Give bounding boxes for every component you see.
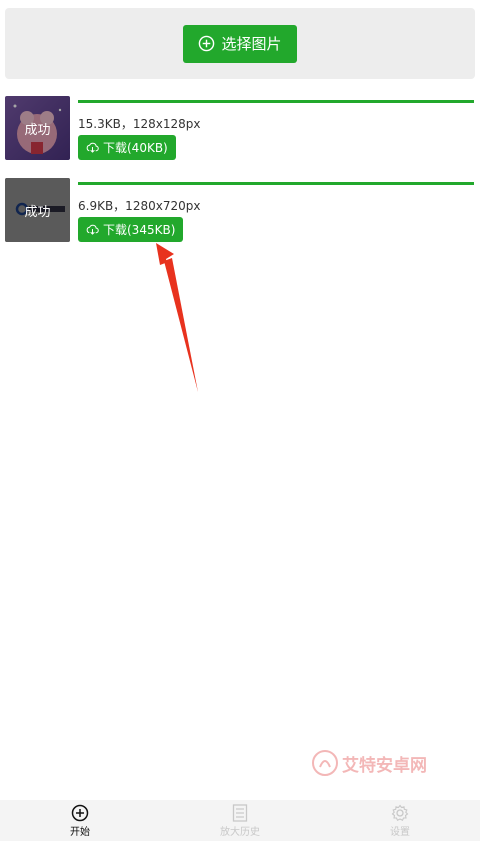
tab-history[interactable]: 放大历史 xyxy=(160,800,320,841)
progress-bar xyxy=(78,100,474,103)
tab-label: 设置 xyxy=(390,826,410,838)
plus-circle-icon xyxy=(71,804,89,821)
thumbnail[interactable]: 成功 xyxy=(5,96,70,160)
progress-bar xyxy=(78,182,474,185)
watermark-text: 艾特安卓网 xyxy=(342,755,427,775)
tab-start[interactable]: 开始 xyxy=(0,800,160,841)
watermark-logo-icon xyxy=(312,750,338,776)
gear-icon xyxy=(391,804,409,821)
select-image-label: 选择图片 xyxy=(221,36,282,53)
document-icon xyxy=(232,803,248,822)
file-info: 15.3KB，128x128px xyxy=(78,117,201,131)
cloud-download-icon xyxy=(86,142,99,153)
download-label: 下载(40KB) xyxy=(103,141,168,155)
watermark: 艾特安卓网 xyxy=(312,750,427,776)
download-label: 下载(345KB) xyxy=(103,223,176,237)
image-item: 成功 6.9KB，1280x720px 下载(345KB) xyxy=(0,178,480,248)
file-info: 6.9KB，1280x720px xyxy=(78,199,201,213)
tab-label: 放大历史 xyxy=(220,826,260,838)
bottom-tab-bar: 开始 放大历史 设置 xyxy=(0,800,480,841)
plus-circle-icon xyxy=(199,35,215,52)
select-image-button[interactable]: 选择图片 xyxy=(183,24,297,63)
tab-settings[interactable]: 设置 xyxy=(320,800,480,841)
thumbnail[interactable]: 成功 xyxy=(5,178,70,242)
download-button[interactable]: 下载(345KB) xyxy=(78,217,184,242)
image-item: 成功 15.3KB，128x128px 下载(40KB) xyxy=(0,96,480,166)
status-badge: 成功 xyxy=(5,96,70,160)
download-button[interactable]: 下载(40KB) xyxy=(78,135,176,160)
tab-label: 开始 xyxy=(70,826,90,838)
status-badge: 成功 xyxy=(5,178,70,242)
cloud-download-icon xyxy=(86,224,99,235)
select-panel: 选择图片 xyxy=(5,8,475,79)
